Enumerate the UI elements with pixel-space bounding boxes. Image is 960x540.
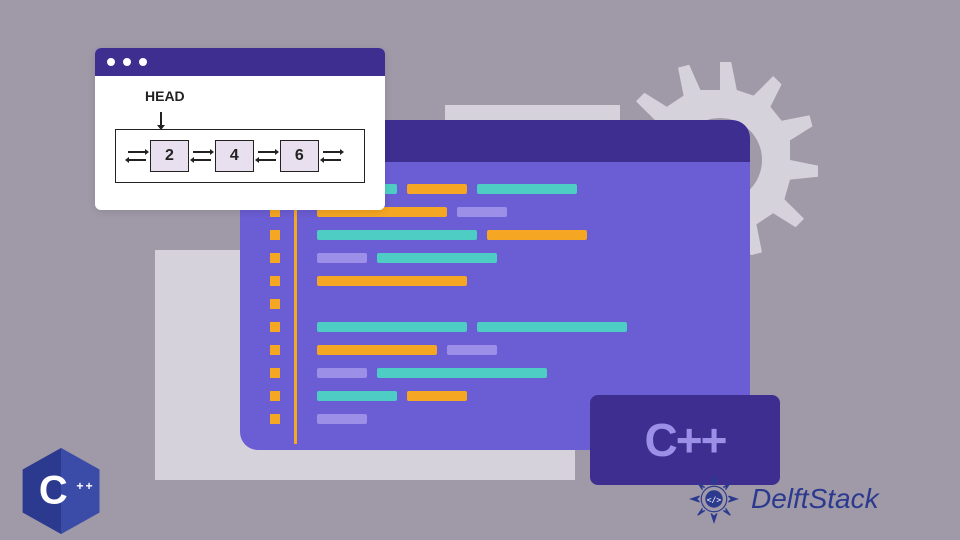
delftstack-logo: </> DelftStack bbox=[685, 470, 879, 528]
code-row bbox=[317, 368, 627, 378]
delftstack-mandala-icon: </> bbox=[685, 470, 743, 528]
head-label: HEAD bbox=[145, 88, 365, 104]
svg-text:+: + bbox=[76, 479, 83, 493]
code-token bbox=[407, 391, 467, 401]
link-arrows-icon bbox=[124, 151, 150, 161]
code-lines bbox=[317, 184, 627, 444]
window-dot-icon bbox=[123, 58, 131, 66]
head-arrow-icon bbox=[160, 112, 162, 127]
link-arrows-icon bbox=[254, 151, 280, 161]
list-node: 2 bbox=[150, 140, 189, 172]
code-token bbox=[317, 322, 467, 332]
code-token bbox=[477, 184, 577, 194]
line-markers bbox=[270, 184, 280, 444]
code-row bbox=[317, 414, 627, 424]
svg-text:+: + bbox=[86, 479, 93, 493]
code-row bbox=[317, 253, 627, 263]
linked-list-body: HEAD 2 4 6 bbox=[95, 76, 385, 195]
code-token bbox=[377, 253, 497, 263]
code-token bbox=[407, 184, 467, 194]
svg-text:C: C bbox=[39, 468, 68, 512]
window-dot-icon bbox=[107, 58, 115, 66]
code-token bbox=[487, 230, 587, 240]
code-token bbox=[317, 276, 467, 286]
window-dot-icon bbox=[139, 58, 147, 66]
code-gutter-line bbox=[294, 184, 297, 444]
code-token bbox=[317, 391, 397, 401]
link-arrows-icon bbox=[319, 151, 345, 161]
code-token bbox=[447, 345, 497, 355]
cpp-hex-logo-icon: C + + bbox=[22, 448, 100, 534]
code-token bbox=[457, 207, 507, 217]
brand-name: DelftStack bbox=[751, 483, 879, 515]
code-row bbox=[317, 230, 627, 240]
code-token bbox=[377, 368, 547, 378]
cpp-badge-label: C++ bbox=[645, 413, 726, 467]
code-token bbox=[317, 253, 367, 263]
code-token bbox=[317, 230, 477, 240]
code-token bbox=[477, 322, 627, 332]
list-node: 6 bbox=[280, 140, 319, 172]
linked-list-window: HEAD 2 4 6 bbox=[95, 48, 385, 210]
linked-list-titlebar bbox=[95, 48, 385, 76]
code-row bbox=[317, 299, 627, 309]
code-row bbox=[317, 391, 627, 401]
link-arrows-icon bbox=[189, 151, 215, 161]
code-row bbox=[317, 276, 627, 286]
code-token bbox=[317, 414, 367, 424]
code-token bbox=[317, 368, 367, 378]
code-token bbox=[317, 345, 437, 355]
code-row bbox=[317, 345, 627, 355]
code-row bbox=[317, 322, 627, 332]
linked-list-container: 2 4 6 bbox=[115, 129, 365, 183]
svg-text:</>: </> bbox=[707, 494, 722, 504]
list-node: 4 bbox=[215, 140, 254, 172]
